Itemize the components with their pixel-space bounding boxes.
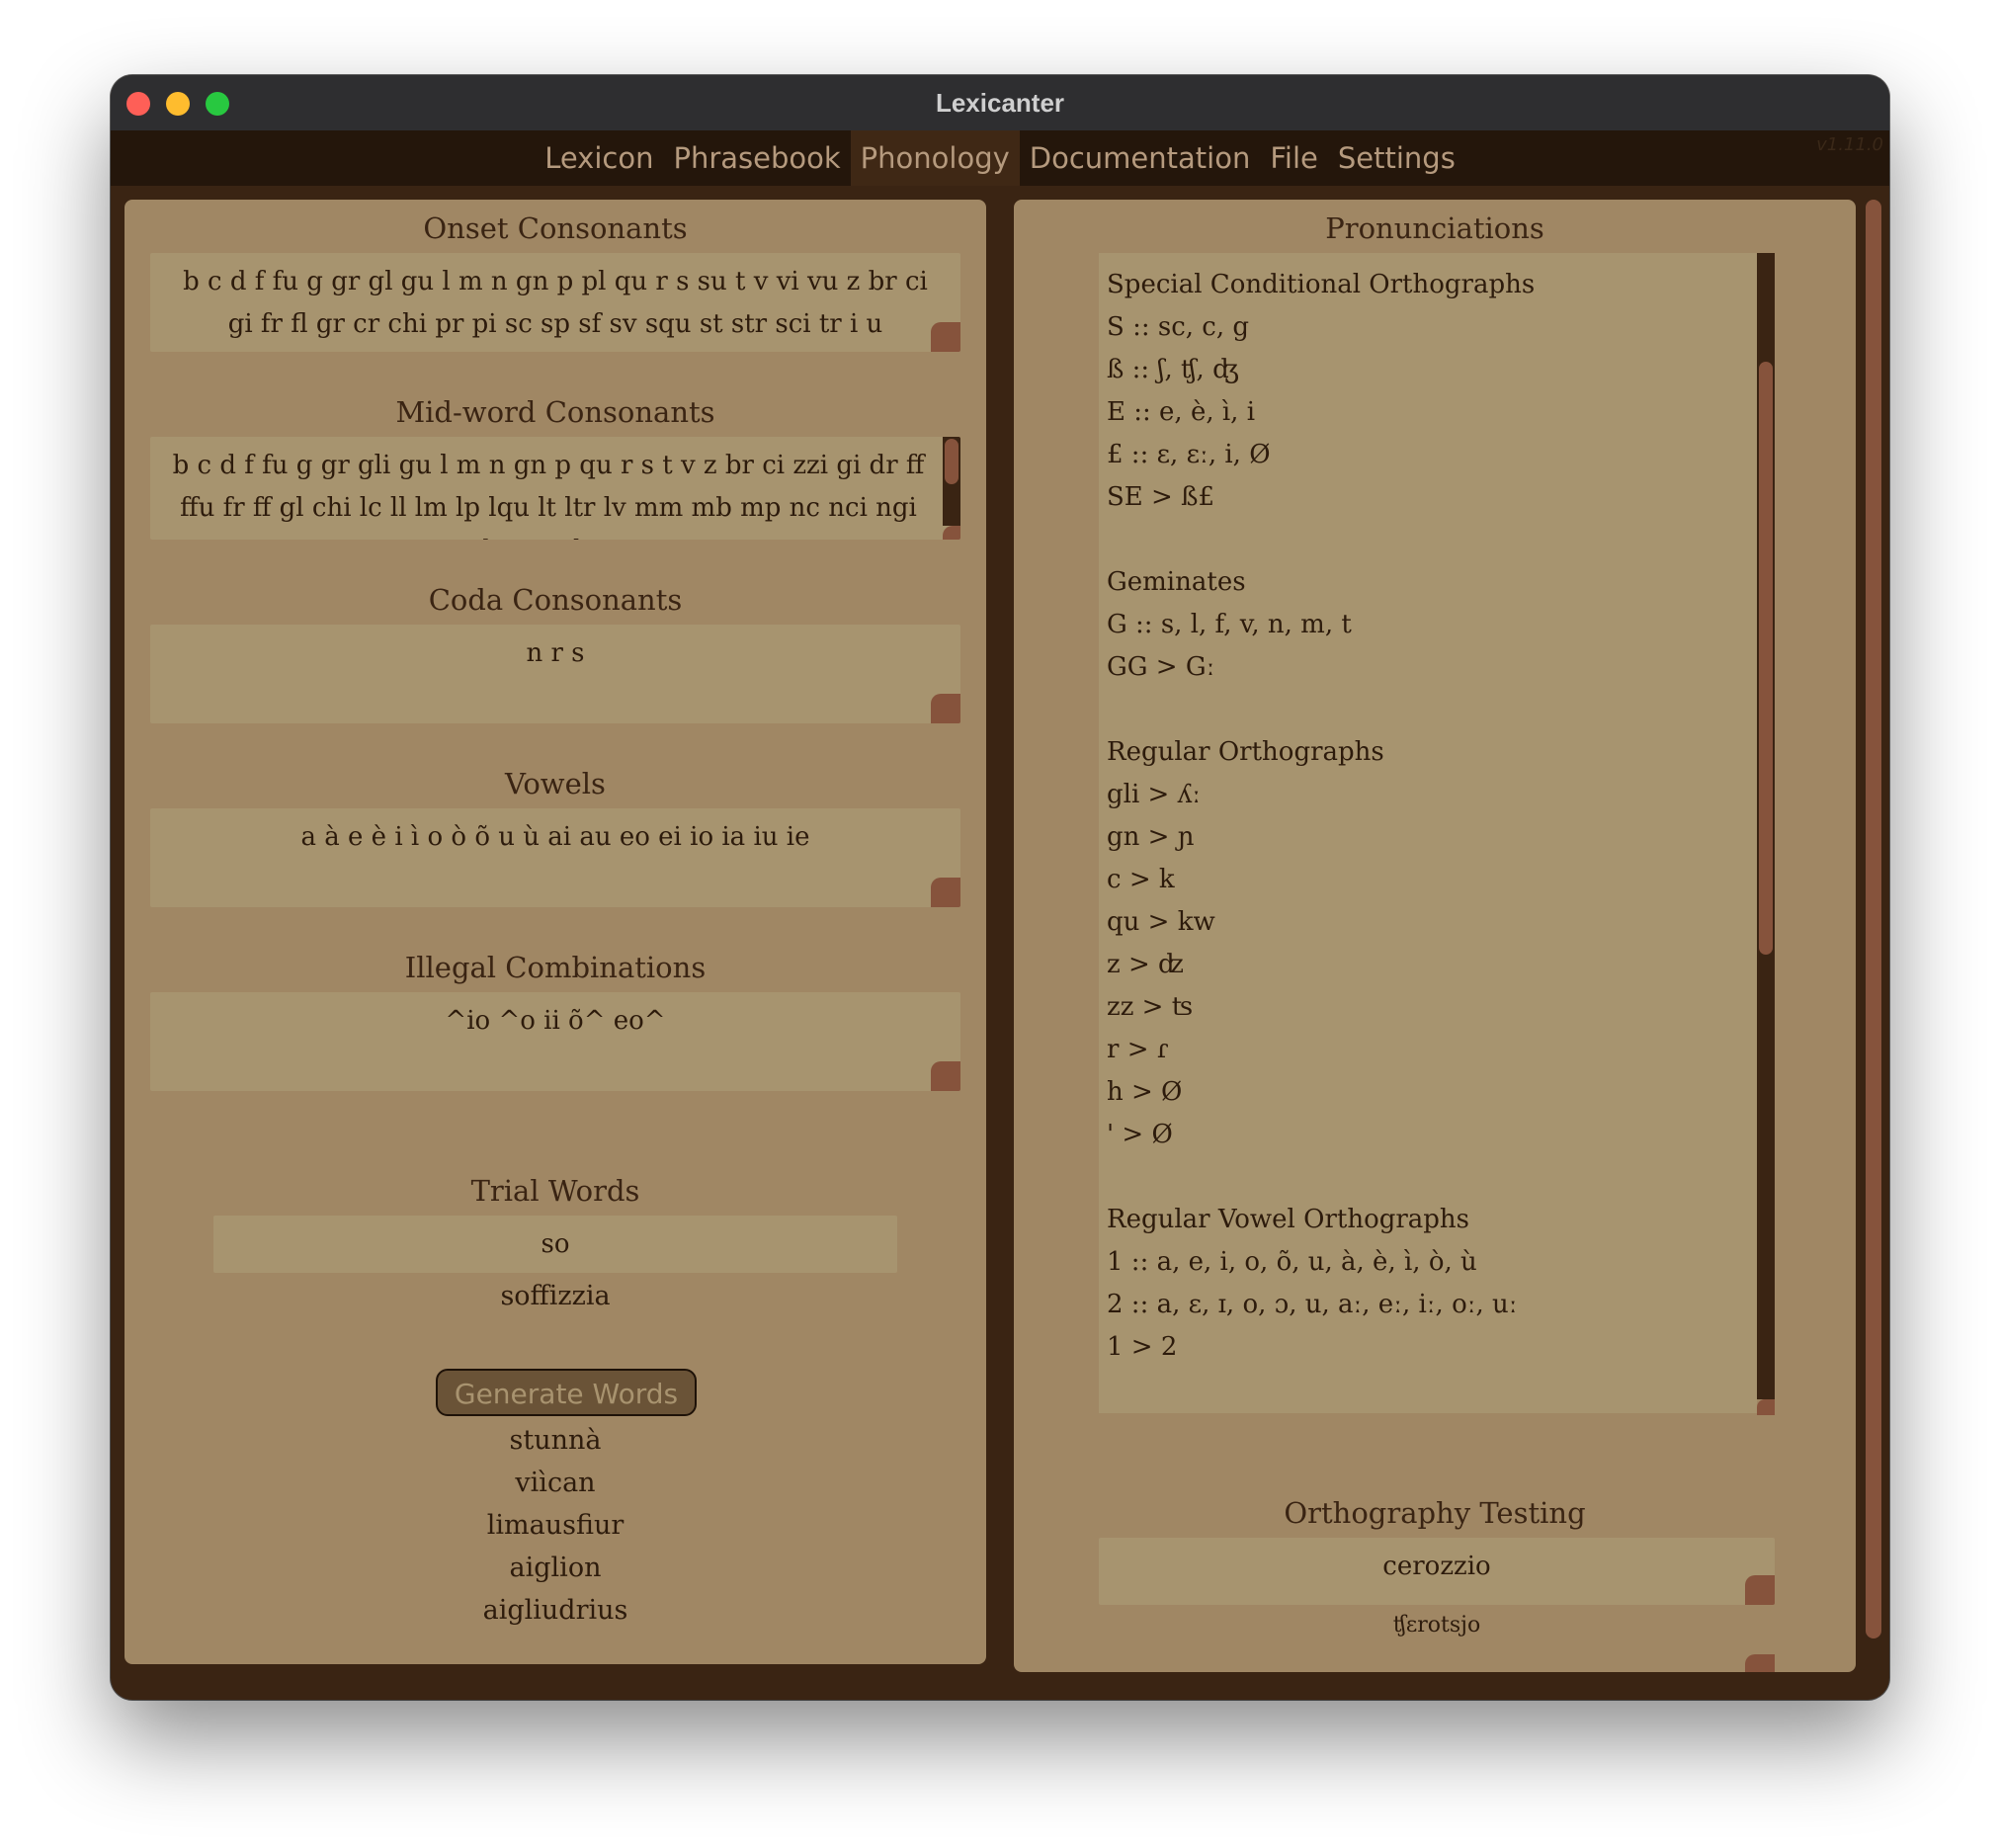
- pronunciation-line: qu > kw: [1107, 907, 1215, 937]
- illegal-combinations-title: Illegal Combinations: [404, 951, 707, 984]
- pronunciations-field[interactable]: Special Conditional OrthographsS :: sc, …: [1099, 253, 1757, 1413]
- vowels-title: Vowels: [505, 767, 606, 800]
- pronunciation-line: [1099, 1156, 1757, 1199]
- menu-phrasebook[interactable]: Phrasebook: [663, 130, 850, 186]
- resize-handle[interactable]: [931, 322, 960, 352]
- trial-word-result: soffizzia: [500, 1281, 611, 1311]
- phonology-inventory-panel: Onset Consonants b c d f fu g gr gl gu l…: [125, 200, 986, 1664]
- pronunciation-line: z > ʣ: [1107, 950, 1184, 979]
- version-label: v1.11.0: [1816, 134, 1883, 155]
- main-menu: Lexicon Phrasebook Phonology Documentation F…: [111, 130, 1889, 186]
- coda-consonants-field[interactable]: n r s: [150, 625, 960, 723]
- pronunciation-line: ß :: ʃ, ʧ, ʤ: [1107, 355, 1239, 384]
- orthography-test-result: ʧɛrotsjo: [1392, 1613, 1481, 1638]
- coda-consonants-value: n r s: [526, 638, 585, 668]
- mid-word-consonants-field[interactable]: b c d f fu g gr gli gu l m n gn p qu r s…: [150, 437, 960, 540]
- pronunciation-line: 1 > 2: [1107, 1332, 1178, 1362]
- pronunciation-line: GG > Gː: [1107, 652, 1215, 682]
- vowels-value: a à e è i ì o ò õ u ù ai au eo ei io ia …: [300, 822, 810, 852]
- close-window-button[interactable]: [126, 92, 150, 116]
- pronunciation-panel: Pronunciations Special Conditional Ortho…: [1014, 200, 1856, 1672]
- trial-word-value: so: [541, 1229, 570, 1259]
- pronunciation-line: Geminates: [1107, 567, 1246, 597]
- mid-word-consonants-title: Mid-word Consonants: [395, 395, 715, 429]
- illegal-combinations-field[interactable]: ^io ^o ii õ^ eo^: [150, 992, 960, 1091]
- pronunciation-line: E :: e, è, ì, i: [1107, 397, 1256, 427]
- scrollbar-thumb[interactable]: [1866, 200, 1881, 1638]
- zoom-window-button[interactable]: [206, 92, 229, 116]
- pronunciation-line: £ :: ɛ, ɛː, i, Ø: [1107, 440, 1271, 469]
- pronunciation-line: Special Conditional Orthographs: [1107, 270, 1536, 299]
- scrollbar-thumb[interactable]: [945, 439, 958, 484]
- pronunciation-line: [1099, 689, 1757, 731]
- pronunciation-line: Regular Orthographs: [1107, 737, 1384, 767]
- pronunciation-line: Regular Vowel Orthographs: [1107, 1205, 1470, 1234]
- pronunciation-line: ' > Ø: [1107, 1120, 1173, 1149]
- menu-documentation[interactable]: Documentation: [1020, 130, 1261, 186]
- window-title: Lexicanter: [935, 88, 1065, 118]
- pronunciation-line: 2 :: a, ɛ, ɪ, o, ɔ, u, aː, eː, iː, oː, u…: [1107, 1290, 1518, 1319]
- mid-word-consonants-value: b c d f fu g gr gli gu l m n gn p qu r s…: [172, 451, 925, 540]
- pronunciation-line: zz > ʦ: [1107, 992, 1194, 1022]
- onset-consonants-value: b c d f fu g gr gl gu l m n gn p pl qu r…: [183, 267, 928, 339]
- generated-word: limausfiur: [486, 1510, 625, 1541]
- coda-consonants-title: Coda Consonants: [428, 583, 683, 617]
- illegal-combinations-value: ^io ^o ii õ^ eo^: [445, 1006, 666, 1036]
- pronunciation-line: r > ɾ: [1107, 1035, 1169, 1064]
- pronunciation-line: G :: s, l, f, v, n, m, t: [1107, 610, 1352, 639]
- generated-word: aiglion: [509, 1553, 602, 1583]
- title-bar: Lexicanter: [111, 75, 1889, 130]
- onset-consonants-field[interactable]: b c d f fu g gr gl gu l m n gn p pl qu r…: [150, 253, 960, 352]
- menu-lexicon[interactable]: Lexicon: [535, 130, 663, 186]
- pronunciation-line: SE > ß£: [1107, 482, 1215, 512]
- resize-handle[interactable]: [1745, 1654, 1775, 1672]
- menu-file[interactable]: File: [1260, 130, 1328, 186]
- vowels-field[interactable]: a à e è i ì o ò õ u ù ai au eo ei io ia …: [150, 808, 960, 907]
- resize-handle[interactable]: [1757, 1399, 1775, 1415]
- pronunciation-line: h > Ø: [1107, 1077, 1183, 1107]
- pronunciation-line: c > k: [1107, 865, 1175, 894]
- resize-handle[interactable]: [931, 1061, 960, 1091]
- menu-phonology[interactable]: Phonology: [850, 130, 1020, 186]
- minimize-window-button[interactable]: [166, 92, 190, 116]
- orthography-testing-title: Orthography Testing: [1284, 1496, 1586, 1530]
- menu-settings[interactable]: Settings: [1328, 130, 1465, 186]
- app-window: Lexicanter Lexicon Phrasebook Phonology Doc…: [111, 75, 1889, 1700]
- scrollbar-thumb[interactable]: [1759, 362, 1773, 955]
- trial-words-title: Trial Words: [470, 1174, 640, 1208]
- page-scrollbar[interactable]: [1858, 200, 1889, 1672]
- resize-handle[interactable]: [931, 694, 960, 723]
- pronunciations-scrollbar[interactable]: [1757, 253, 1775, 1399]
- pronunciation-rules: Special Conditional OrthographsS :: sc, …: [1099, 253, 1757, 1369]
- resize-handle[interactable]: [931, 878, 960, 907]
- pronunciation-line: [1099, 519, 1757, 561]
- resize-handle[interactable]: [943, 526, 960, 540]
- pronunciation-line: gn > ɲ: [1107, 822, 1195, 852]
- resize-handle[interactable]: [1745, 1575, 1775, 1605]
- generated-word: aigliudrius: [482, 1595, 628, 1626]
- mid-word-scrollbar[interactable]: [943, 437, 960, 526]
- orthography-test-value: cerozzio: [1382, 1552, 1491, 1581]
- generate-words-button[interactable]: Generate Words: [436, 1369, 697, 1416]
- generated-word: stunnà: [509, 1425, 602, 1456]
- generated-word: viìcan: [515, 1468, 596, 1498]
- onset-consonants-title: Onset Consonants: [423, 211, 688, 245]
- pronunciation-line: S :: sc, c, g: [1107, 312, 1250, 342]
- pronunciations-title: Pronunciations: [1325, 211, 1544, 245]
- pronunciation-line: gli > ʎː: [1107, 780, 1202, 809]
- orthography-test-input[interactable]: cerozzio: [1099, 1538, 1775, 1605]
- trial-word-input[interactable]: so: [213, 1216, 897, 1273]
- pronunciation-line: 1 :: a, e, i, o, õ, u, à, è, ì, ò, ù: [1107, 1247, 1477, 1277]
